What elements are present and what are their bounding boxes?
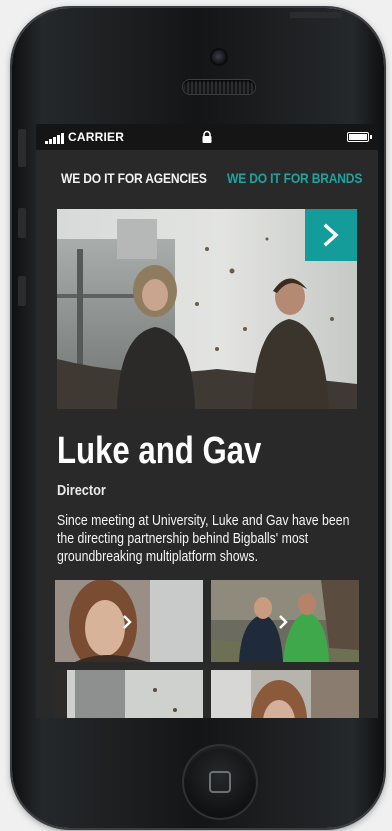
power-button [290,12,342,18]
thumbnail-photo [211,670,359,718]
chevron-right-icon [279,615,288,629]
phone-screen: CARRIER WE DO IT FOR AGENCIES WE DO IT F… [36,124,378,718]
featured-role: Director [57,482,106,499]
featured-image[interactable] [57,209,357,409]
volume-down-button [18,276,26,306]
featured-bio: Since meeting at University, Luke and Ga… [57,512,350,565]
thumbnail-4[interactable] [211,670,359,718]
front-camera [212,50,226,64]
status-bar: CARRIER [36,124,378,150]
thumbnail-3[interactable] [55,670,203,718]
chevron-right-icon [123,615,132,629]
thumbnail-1[interactable] [55,580,203,662]
nav-link-agencies[interactable]: WE DO IT FOR AGENCIES [61,170,207,186]
top-nav: WE DO IT FOR AGENCIES WE DO IT FOR BRAND… [36,162,378,192]
thumbnail-photo [55,670,203,718]
hero-next-button[interactable] [305,209,357,261]
earpiece-speaker [183,80,255,94]
home-square-icon [209,771,231,793]
carrier-label: CARRIER [68,130,125,144]
nav-link-brands[interactable]: WE DO IT FOR BRANDS [227,170,362,186]
home-button[interactable] [184,746,256,818]
mute-switch [18,129,26,167]
lock-icon [202,130,212,143]
chevron-right-icon [323,223,339,247]
signal-icon [45,133,65,144]
volume-up-button [18,208,26,238]
battery-icon [347,132,372,142]
featured-title: Luke and Gav [57,430,262,472]
thumbnail-2[interactable] [211,580,359,662]
